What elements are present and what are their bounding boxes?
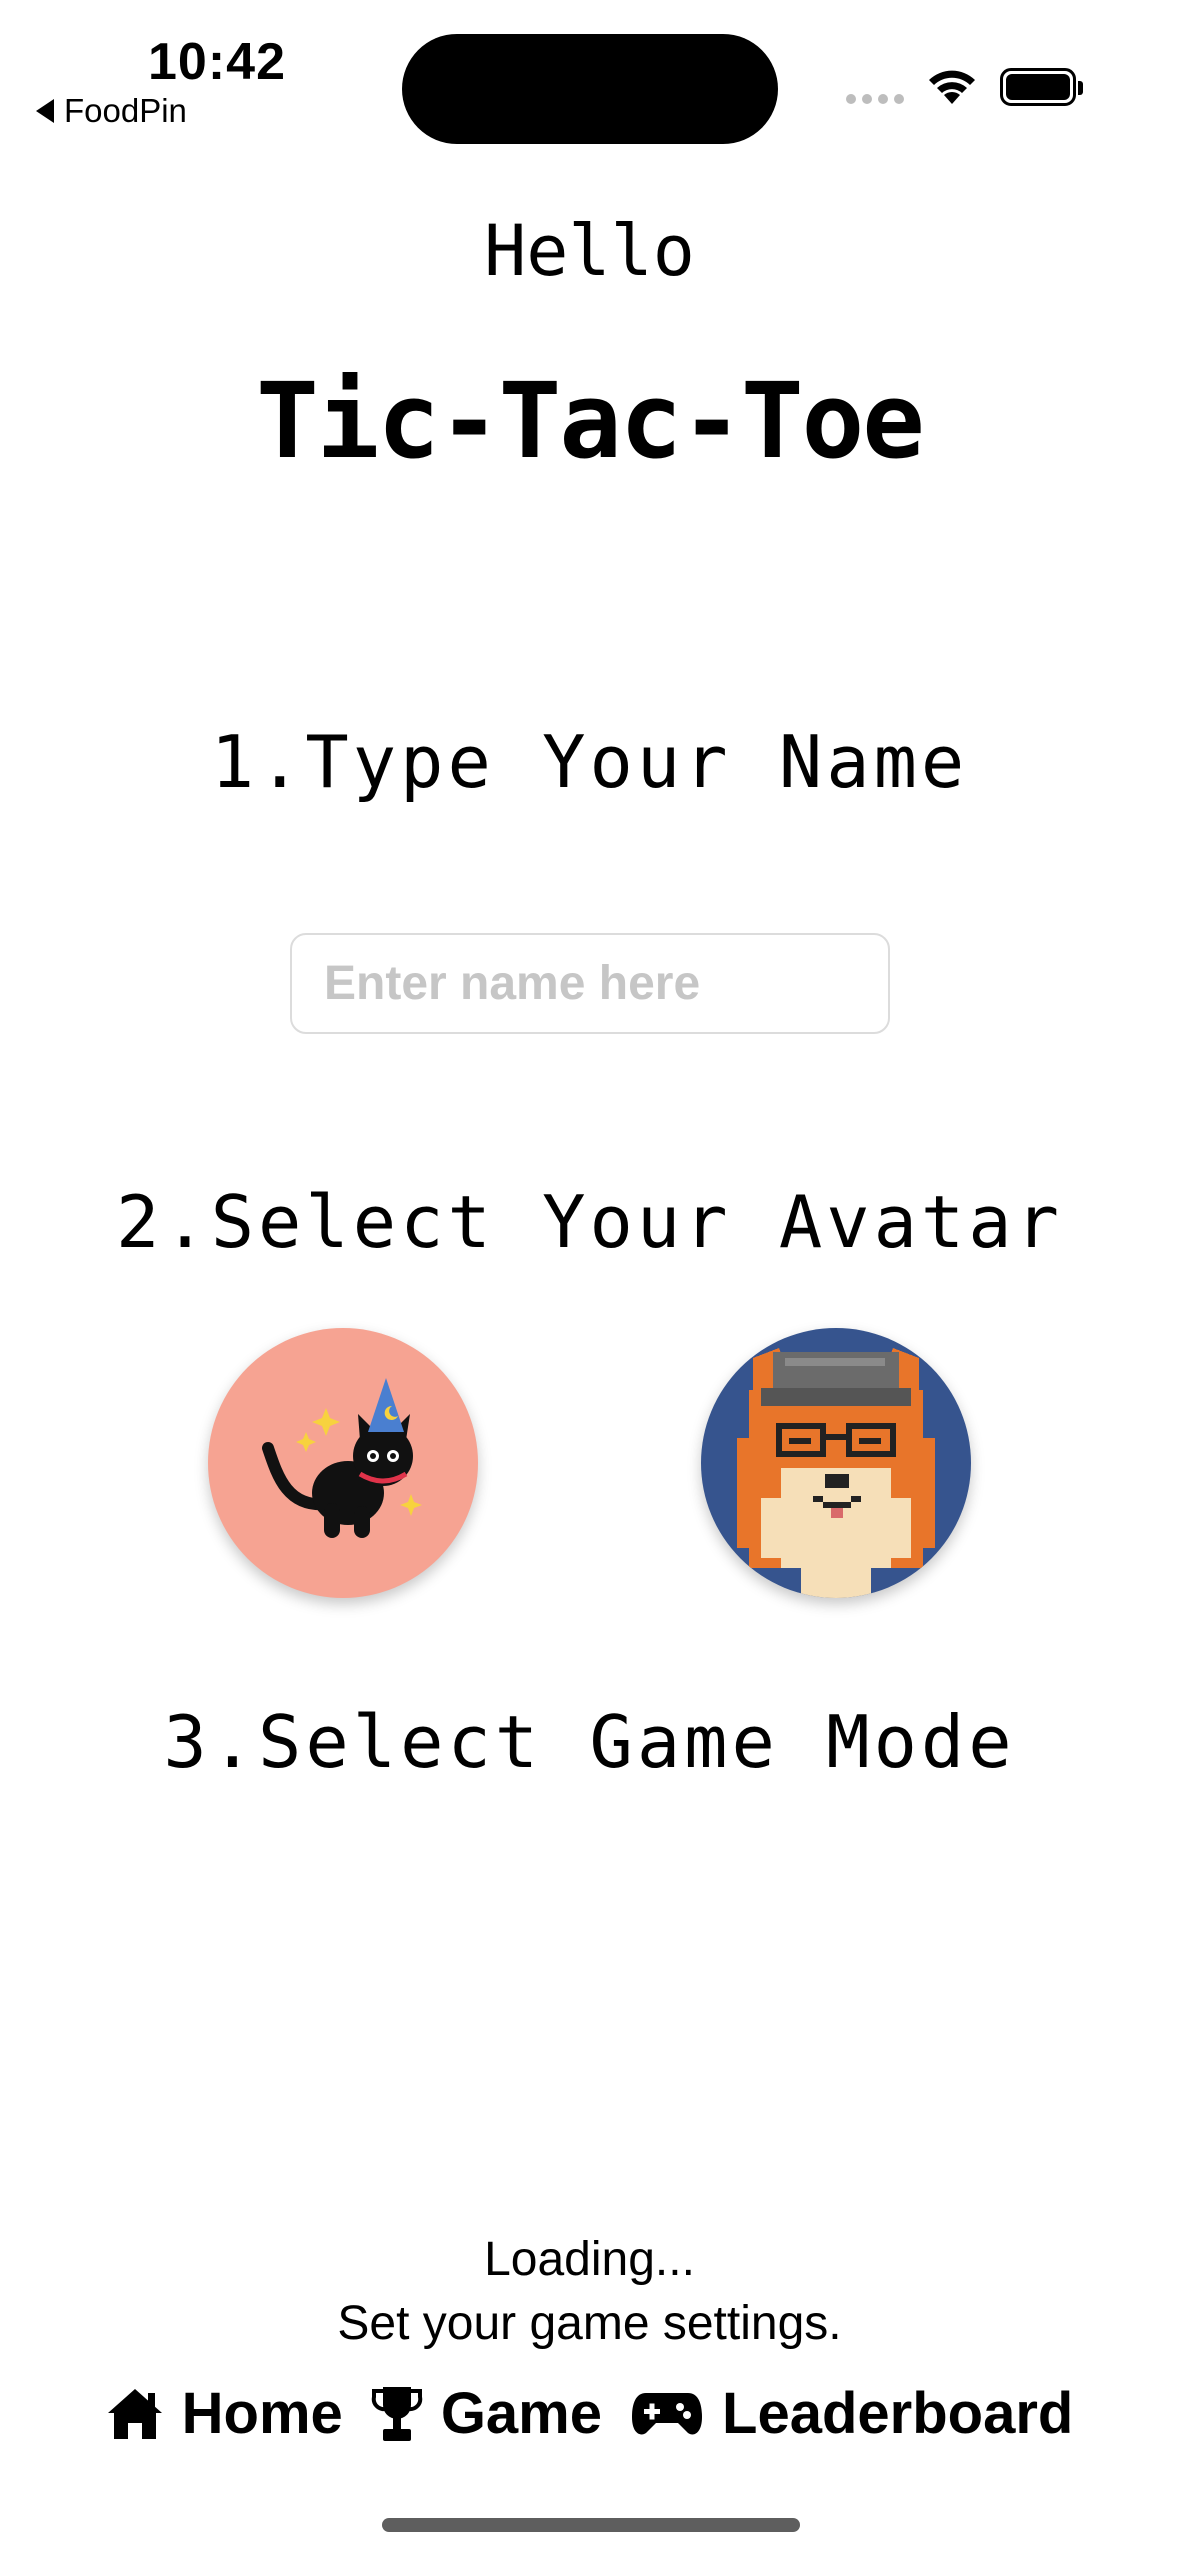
tab-leaderboard[interactable]: Leaderboard	[630, 2380, 1073, 2447]
back-app-label: FoodPin	[64, 92, 187, 129]
tab-bar: Home Game Leaderboard	[0, 2380, 1179, 2447]
house-icon	[107, 2388, 162, 2439]
status-message: Set your game settings.	[337, 2297, 842, 2350]
wifi-icon	[929, 70, 975, 104]
trophy-icon	[371, 2386, 423, 2441]
dynamic-island	[402, 34, 778, 144]
back-to-app-button[interactable]: FoodPin	[36, 92, 187, 130]
cellular-signal-icon	[846, 94, 904, 104]
back-arrow-icon	[36, 99, 54, 123]
avatar-option-shiba[interactable]	[701, 1328, 971, 1598]
page-title: Tic-Tac-Toe	[256, 360, 925, 482]
status-time: 10:42	[148, 33, 286, 91]
greeting: Hello	[484, 210, 695, 292]
step-game-mode-label: 3.Select Game Mode	[163, 1700, 1016, 1784]
home-indicator[interactable]	[382, 2518, 800, 2532]
battery-icon	[1000, 68, 1083, 106]
tab-leaderboard-label: Leaderboard	[722, 2381, 1074, 2446]
name-input[interactable]	[290, 933, 890, 1034]
loading-text: Loading...	[484, 2233, 695, 2286]
shiba-dog-icon	[737, 1348, 935, 1598]
gamecontroller-icon	[632, 2392, 703, 2434]
wizard-cat-icon	[262, 1378, 422, 1538]
tab-game-label: Game	[440, 2381, 603, 2446]
step-name-label: 1.Type Your Name	[210, 720, 969, 804]
tab-home-label: Home	[181, 2381, 343, 2446]
tab-game[interactable]: Game	[371, 2380, 602, 2447]
step-avatar-label: 2.Select Your Avatar	[116, 1180, 1063, 1264]
tab-home[interactable]: Home	[106, 2380, 343, 2447]
avatar-option-cat[interactable]	[208, 1328, 478, 1598]
